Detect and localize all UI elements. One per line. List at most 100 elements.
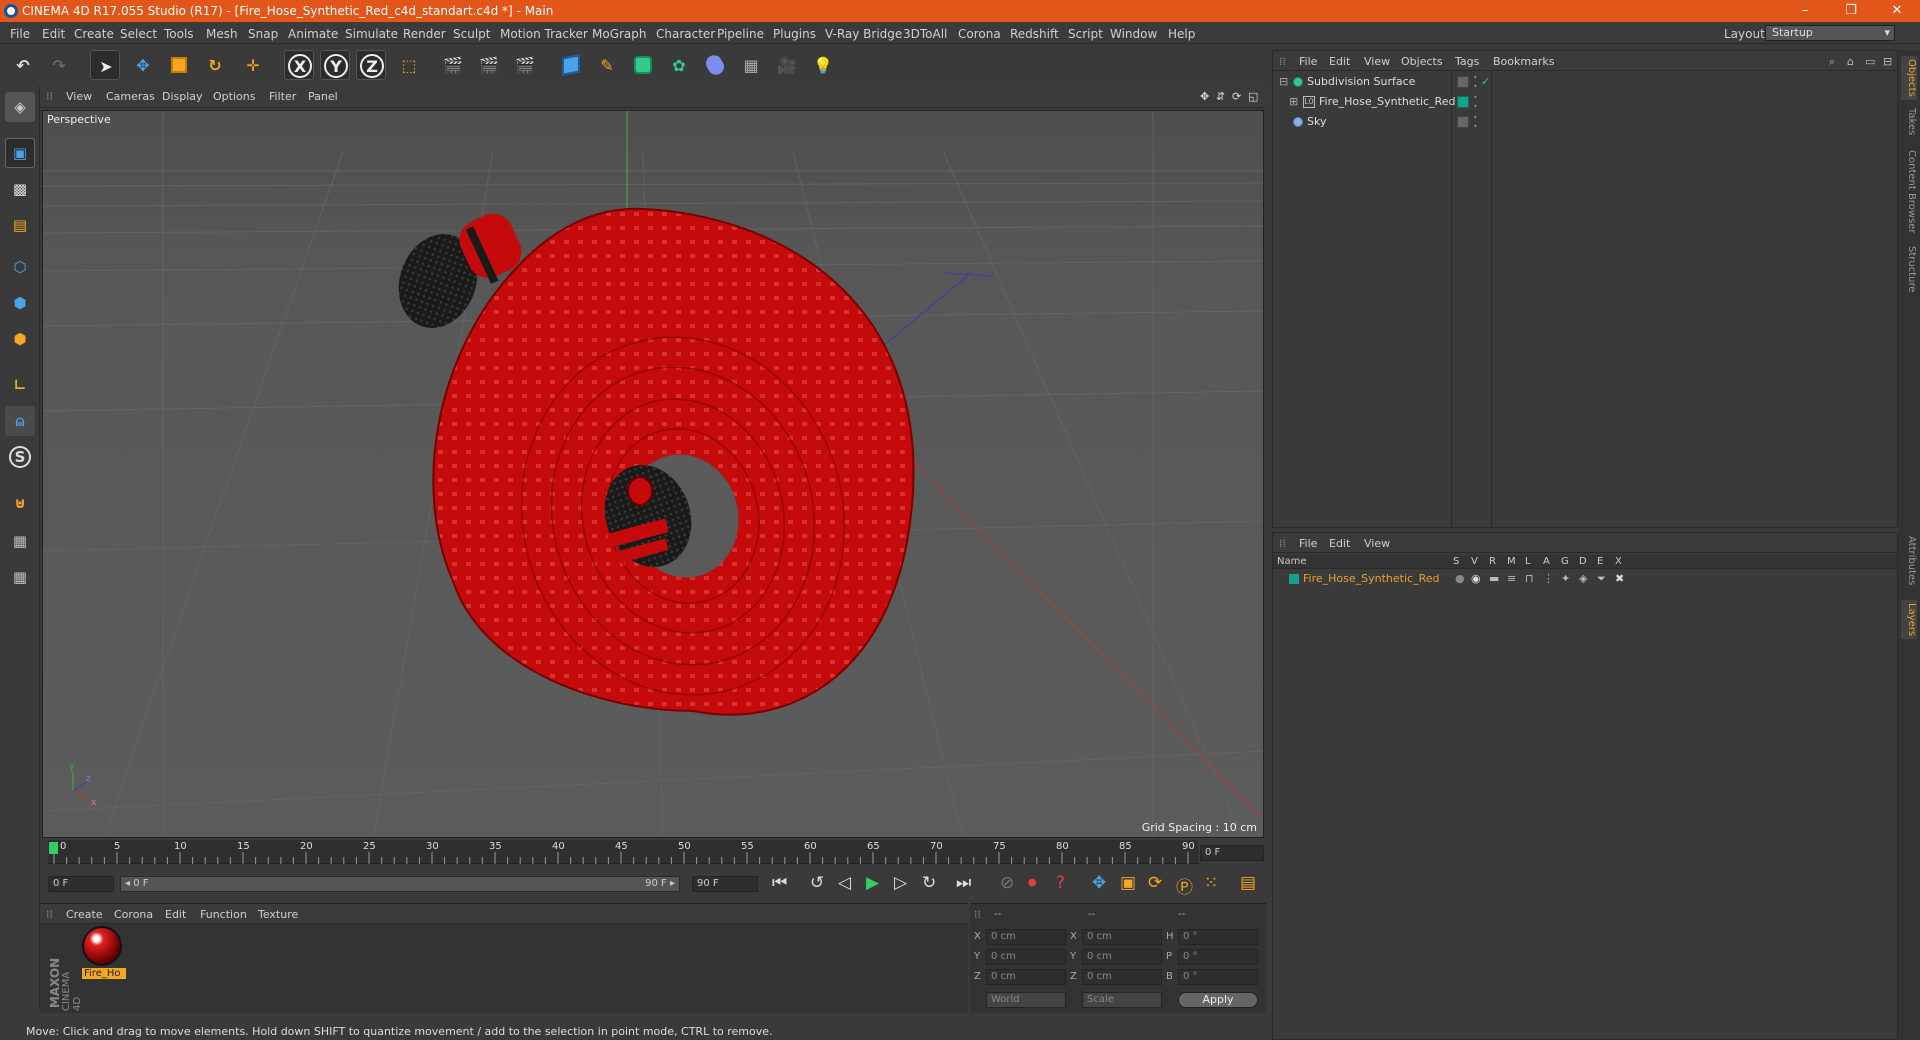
- coord-rot-b-field[interactable]: 0 °: [1178, 969, 1258, 985]
- side-tab-takes[interactable]: Takes: [1901, 108, 1917, 135]
- object-menu-objects[interactable]: Objects: [1401, 55, 1443, 68]
- autokey-icon[interactable]: ⏺: [1028, 873, 1037, 893]
- material-swatch[interactable]: Fire_Ho: [82, 926, 126, 984]
- z-axis-lock-button[interactable]: Z: [356, 50, 386, 80]
- render-view-button[interactable]: 🎬: [438, 50, 468, 80]
- layer-tag-icon[interactable]: [1457, 76, 1469, 88]
- planar-workplane-button[interactable]: ▦: [5, 562, 35, 592]
- generator-icon[interactable]: ✦: [1561, 570, 1570, 588]
- material-menu-function[interactable]: Function: [200, 908, 247, 921]
- visibility-dots-icon[interactable]: • •: [1473, 93, 1478, 111]
- layer-color-icon[interactable]: [1457, 96, 1469, 108]
- material-menu-edit[interactable]: Edit: [165, 908, 186, 921]
- menu-pipeline[interactable]: Pipeline: [717, 27, 764, 41]
- menu-tools[interactable]: Tools: [164, 27, 194, 41]
- coord-size-x-field[interactable]: 0 cm: [1082, 929, 1162, 945]
- layout-select[interactable]: Startup ▾: [1765, 25, 1895, 41]
- magnet-button[interactable]: ⊍: [5, 488, 35, 518]
- solo-icon[interactable]: ●: [1455, 570, 1465, 588]
- polygons-mode-button[interactable]: ⬢: [5, 324, 35, 354]
- menu-3dtoall[interactable]: 3DToAll: [903, 27, 947, 41]
- y-axis-lock-button[interactable]: Y: [320, 50, 350, 80]
- go-to-end-icon[interactable]: ⏭: [956, 873, 971, 893]
- coord-pos-x-field[interactable]: 0 cm: [986, 929, 1066, 945]
- animation-icon[interactable]: ⋮: [1543, 570, 1554, 588]
- key-position-icon[interactable]: ✥: [1092, 873, 1106, 893]
- key-param-icon[interactable]: Ⓟ: [1176, 873, 1193, 898]
- key-pla-icon[interactable]: ⁙: [1204, 873, 1218, 893]
- next-key-icon[interactable]: ↻: [922, 873, 936, 893]
- menu-select[interactable]: Select: [120, 27, 157, 41]
- end-frame-field[interactable]: 90 F: [692, 876, 758, 892]
- object-row-fire-hose[interactable]: ⊞ L0 Fire_Hose_Synthetic_Red • •: [1275, 93, 1893, 111]
- workplane-mode-button[interactable]: ▤: [5, 210, 35, 240]
- current-frame-field[interactable]: 0 F: [1200, 845, 1264, 861]
- viewport-menu-view[interactable]: View: [66, 90, 92, 103]
- manager-icon[interactable]: ≡: [1507, 570, 1516, 588]
- frame-range-slider[interactable]: ◂ 0 F 90 F ▸: [120, 876, 680, 892]
- apply-button[interactable]: Apply: [1178, 992, 1258, 1008]
- xref-icon[interactable]: ✖: [1615, 570, 1624, 588]
- object-menu-file[interactable]: File: [1299, 55, 1317, 68]
- material-menu-corona[interactable]: Corona: [114, 908, 153, 921]
- object-row-sky[interactable]: Sky • •: [1275, 113, 1893, 131]
- side-tab-content-browser[interactable]: Content Browser: [1901, 150, 1917, 233]
- record-disabled-icon[interactable]: ⊘: [1000, 873, 1014, 893]
- start-frame-field[interactable]: 0 F: [48, 876, 114, 892]
- object-menu-bookmarks[interactable]: Bookmarks: [1493, 55, 1554, 68]
- eye-icon[interactable]: ◉: [1471, 570, 1481, 588]
- light-button[interactable]: 💡: [808, 50, 838, 80]
- viewport-menu-filter[interactable]: Filter: [269, 90, 296, 103]
- menu-render[interactable]: Render: [403, 27, 446, 41]
- material-menu-texture[interactable]: Texture: [258, 908, 298, 921]
- coordinate-system-button[interactable]: ⬚: [394, 50, 424, 80]
- maximize-view-icon[interactable]: ◱: [1248, 90, 1258, 103]
- scale-tool-button[interactable]: [164, 50, 194, 80]
- edit-render-settings-button[interactable]: 🎬: [510, 50, 540, 80]
- key-scale-icon[interactable]: ▣: [1120, 873, 1136, 893]
- minimize-button[interactable]: –: [1783, 0, 1827, 22]
- side-tab-structure[interactable]: Structure: [1901, 246, 1917, 293]
- collapse-icon[interactable]: ⊟: [1279, 73, 1288, 91]
- menu-corona[interactable]: Corona: [958, 27, 1001, 41]
- next-frame-icon[interactable]: ▷: [894, 873, 907, 893]
- menu-vray-bridge[interactable]: V-Ray Bridge: [825, 27, 902, 41]
- visibility-dots-icon[interactable]: • •: [1473, 113, 1478, 131]
- object-menu-view[interactable]: View: [1364, 55, 1390, 68]
- menu-redshift[interactable]: Redshift: [1010, 27, 1059, 41]
- menu-plugins[interactable]: Plugins: [773, 27, 816, 41]
- menu-file[interactable]: File: [10, 27, 30, 41]
- pen-spline-button[interactable]: ✎: [592, 50, 622, 80]
- menu-help[interactable]: Help: [1168, 27, 1195, 41]
- visibility-dots-icon[interactable]: • •: [1473, 73, 1478, 91]
- side-tab-objects[interactable]: Objects: [1901, 56, 1917, 100]
- layer-color-swatch[interactable]: [1289, 574, 1299, 584]
- cube-object-button[interactable]: [556, 50, 586, 80]
- menu-animate[interactable]: Animate: [288, 27, 338, 41]
- layer-menu-edit[interactable]: Edit: [1329, 537, 1350, 550]
- points-mode-button[interactable]: ⬡: [5, 252, 35, 282]
- layer-name[interactable]: Fire_Hose_Synthetic_Red: [1303, 570, 1439, 588]
- texture-mode-button[interactable]: ▩: [5, 174, 35, 204]
- lock-icon[interactable]: ⊓: [1525, 570, 1534, 588]
- locked-workplane-button[interactable]: ▦: [5, 526, 35, 556]
- pan-view-icon[interactable]: ✥: [1200, 90, 1209, 103]
- coord-rot-p-field[interactable]: 0 °: [1178, 949, 1258, 965]
- home-icon[interactable]: ⌂: [1847, 55, 1854, 68]
- expand-icon[interactable]: ⊞: [1289, 93, 1298, 111]
- menu-script[interactable]: Script: [1068, 27, 1103, 41]
- axis-mode-button[interactable]: ∟: [5, 370, 35, 400]
- dolly-view-icon[interactable]: ⇵: [1216, 90, 1225, 103]
- coord-size-y-field[interactable]: 0 cm: [1082, 949, 1162, 965]
- menu-sculpt[interactable]: Sculpt: [453, 27, 490, 41]
- rotate-tool-button[interactable]: ↻: [200, 50, 230, 80]
- object-menu-edit[interactable]: Edit: [1329, 55, 1350, 68]
- prev-key-icon[interactable]: ↺: [810, 873, 824, 893]
- snap-button[interactable]: S: [5, 442, 35, 472]
- menu-mesh[interactable]: Mesh: [206, 27, 238, 41]
- menu-snap[interactable]: Snap: [248, 27, 278, 41]
- playhead-marker[interactable]: [49, 842, 58, 854]
- floor-button[interactable]: ▦: [736, 50, 766, 80]
- menu-create[interactable]: Create: [74, 27, 114, 41]
- timeline-window-icon[interactable]: ▤: [1240, 873, 1256, 893]
